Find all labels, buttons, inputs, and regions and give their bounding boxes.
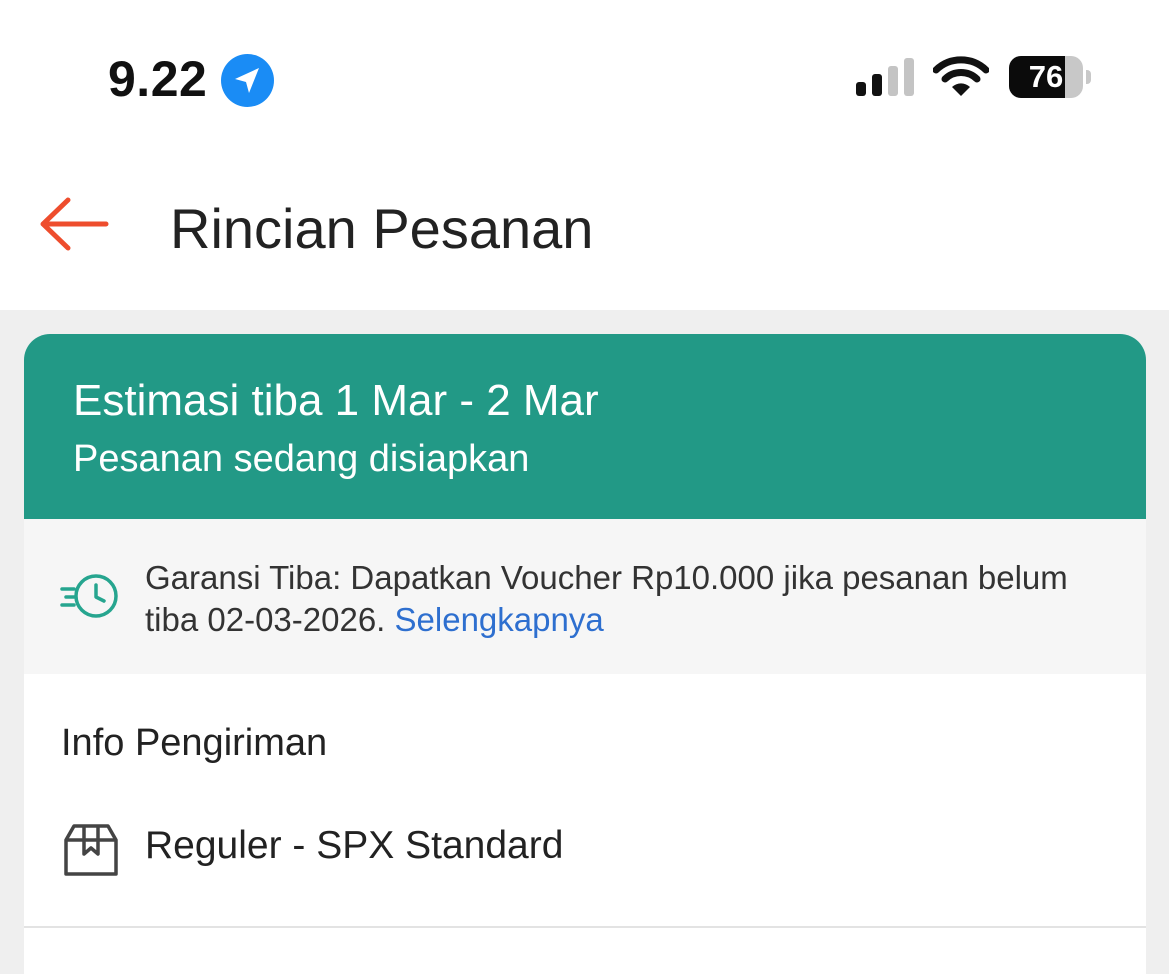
wifi-icon: [933, 56, 989, 96]
guarantee-text: Garansi Tiba: Dapatkan Voucher Rp10.000 …: [145, 559, 1068, 638]
fast-clock-icon: [60, 574, 118, 618]
location-arrow-icon: [221, 54, 274, 107]
page-title: Rincian Pesanan: [170, 197, 594, 260]
back-button[interactable]: [36, 190, 112, 260]
package-box-icon: [64, 824, 118, 876]
delivery-estimate-banner[interactable]: Estimasi tiba 1 Mar - 2 Mar Pesanan seda…: [24, 334, 1146, 519]
divider: [24, 926, 1146, 928]
shipping-method: Reguler - SPX Standard: [145, 824, 564, 867]
arrow-left-icon: [40, 197, 109, 251]
status-time: 9.22: [108, 51, 208, 107]
cellular-signal-icon: [856, 58, 914, 96]
shipping-info-title: Info Pengiriman: [61, 722, 328, 764]
battery-indicator: 76: [1009, 56, 1091, 98]
order-status: Pesanan sedang disiapkan: [73, 438, 530, 480]
top-bar: 9.22 76 Rincian Pesanan: [0, 0, 1169, 310]
order-detail-card: Estimasi tiba 1 Mar - 2 Mar Pesanan seda…: [24, 334, 1146, 974]
guarantee-description: Garansi Tiba: Dapatkan Voucher Rp10.000 …: [145, 557, 1105, 641]
battery-level: 76: [1028, 59, 1064, 94]
delivery-estimate: Estimasi tiba 1 Mar - 2 Mar: [73, 376, 599, 425]
arrival-guarantee[interactable]: Garansi Tiba: Dapatkan Voucher Rp10.000 …: [24, 519, 1146, 674]
see-more-link[interactable]: Selengkapnya: [395, 601, 604, 638]
